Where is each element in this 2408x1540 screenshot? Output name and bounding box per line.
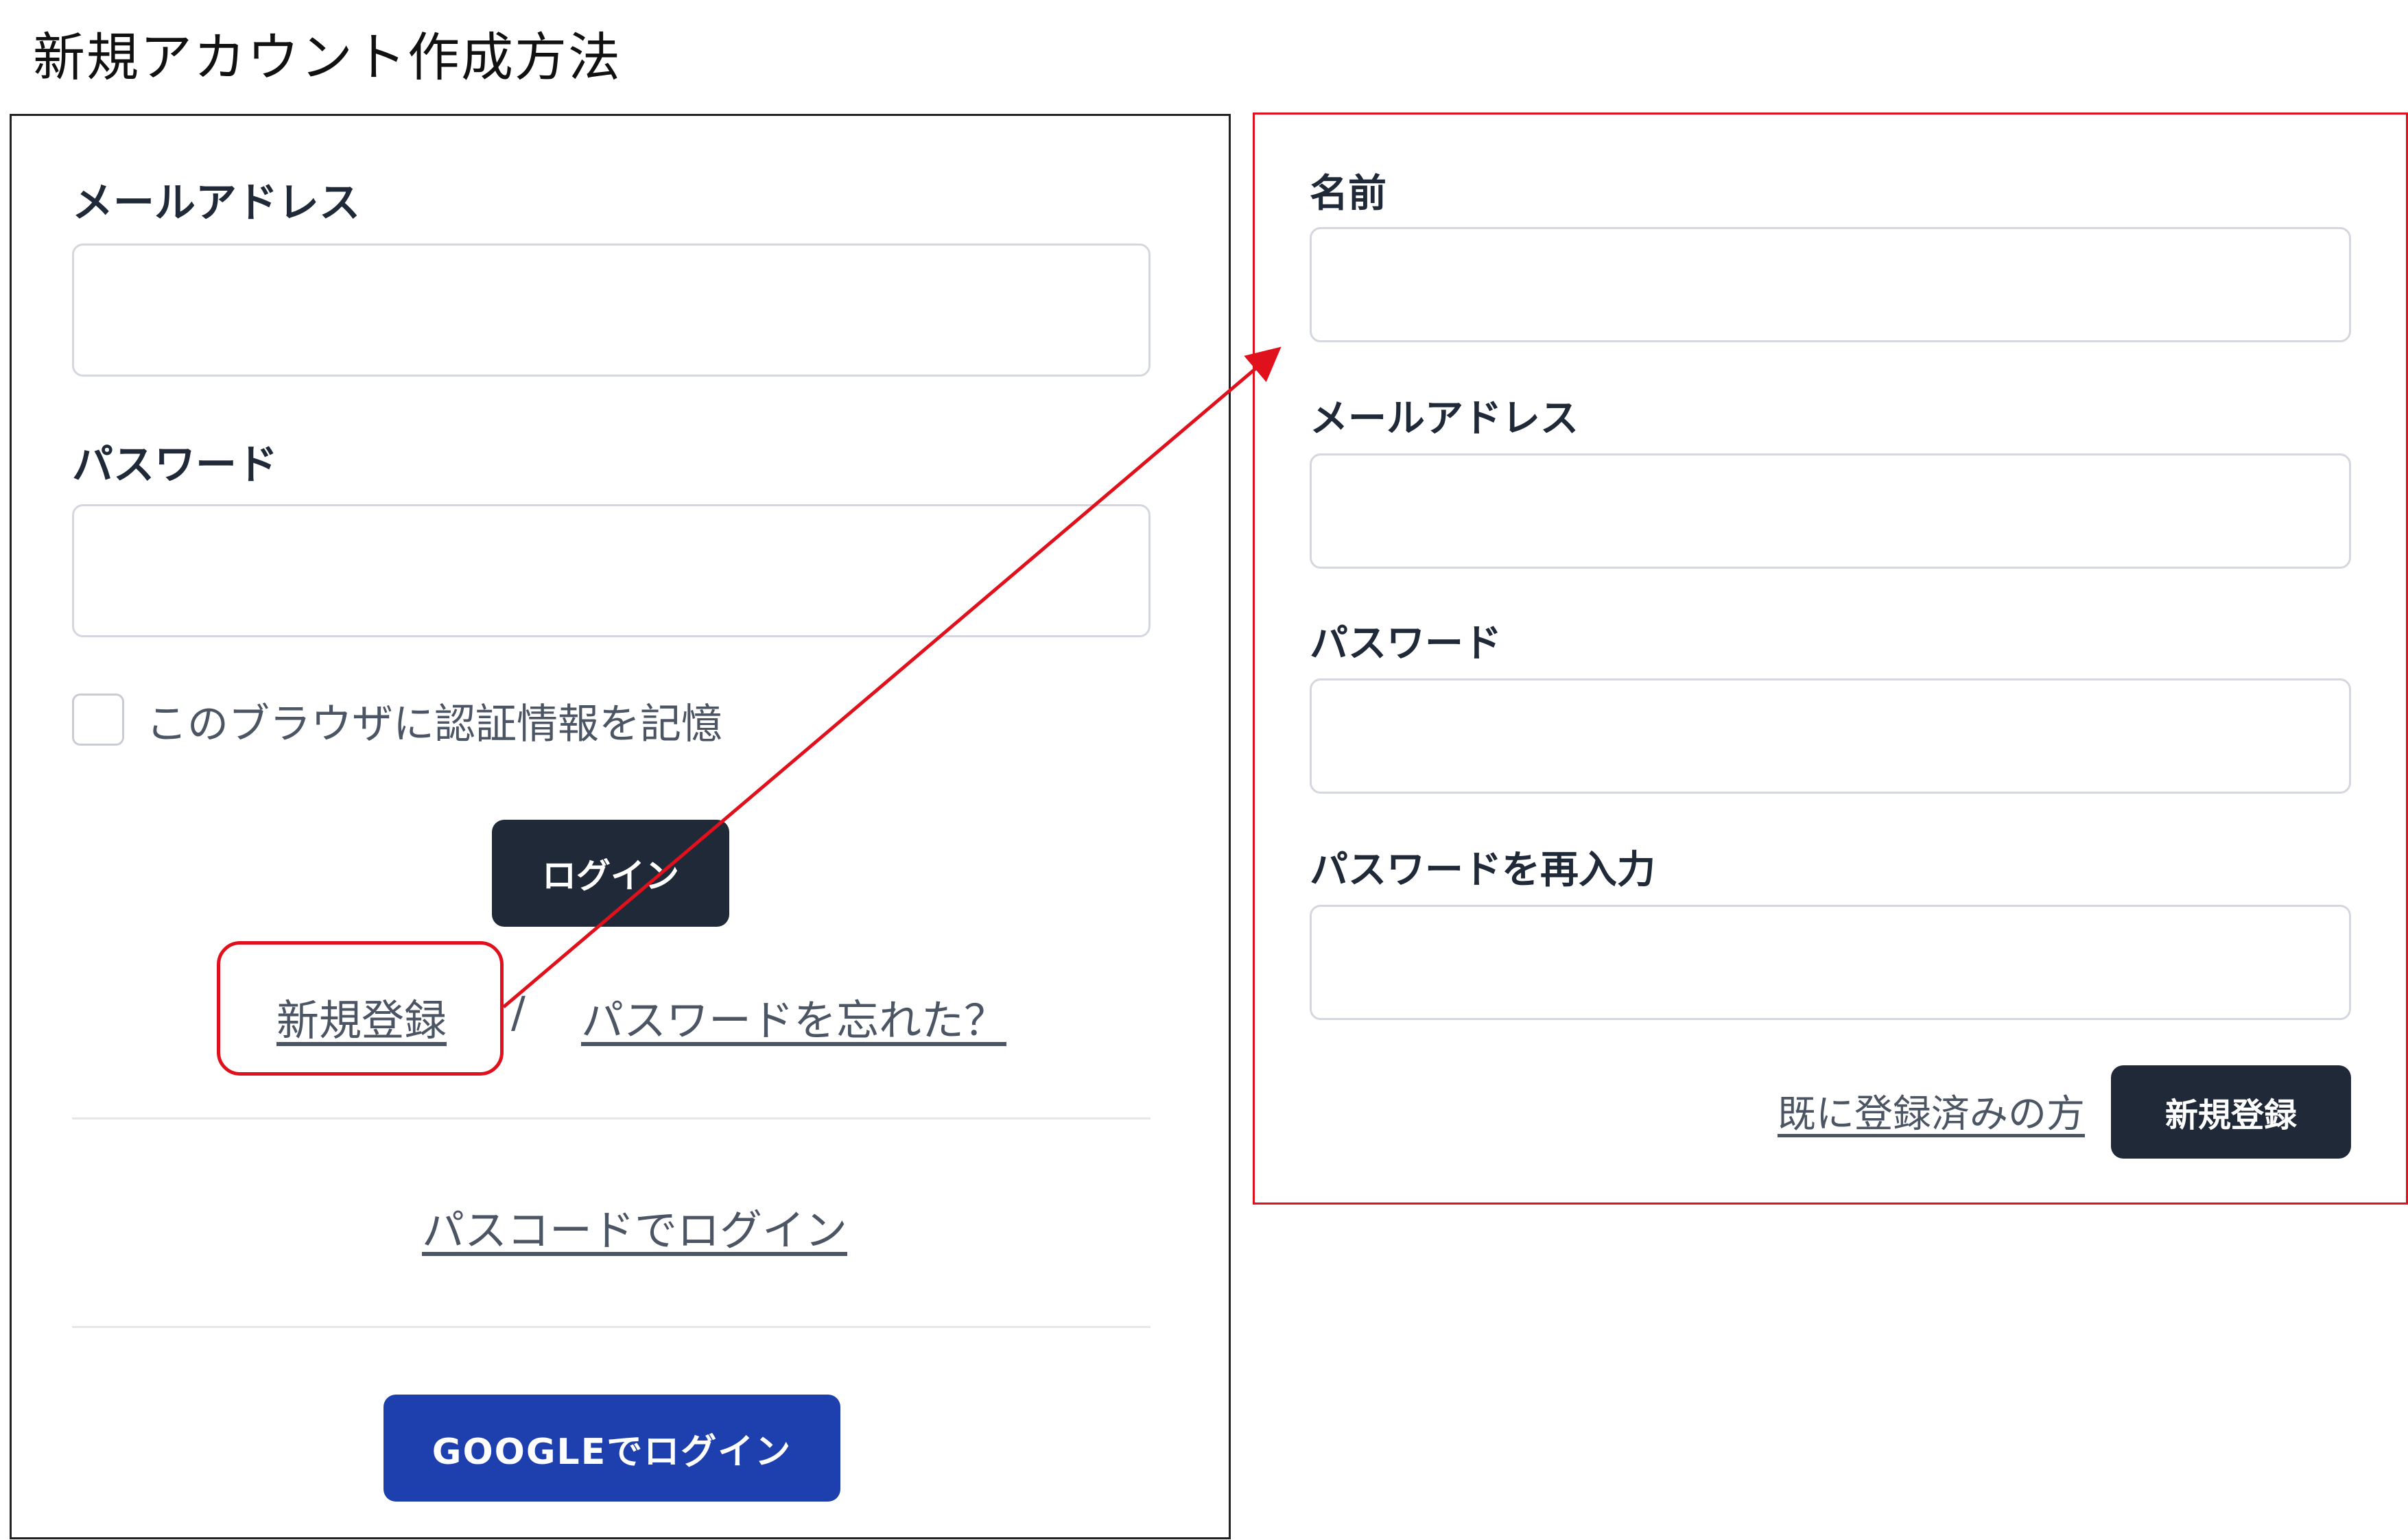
annotation-arrow: [502, 346, 1282, 1008]
